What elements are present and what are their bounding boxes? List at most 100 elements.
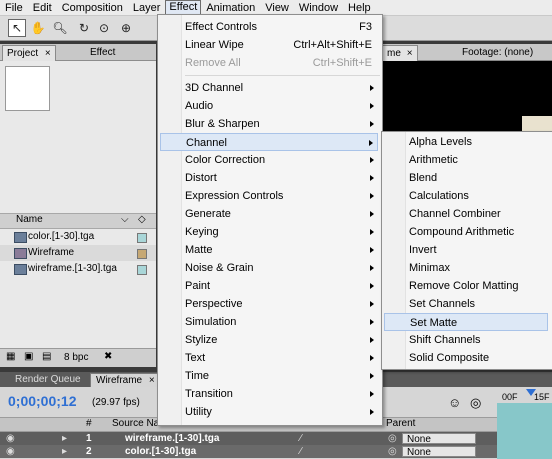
- menu-view[interactable]: View: [260, 1, 294, 15]
- menu-item-arithmetic[interactable]: Arithmetic: [384, 151, 548, 169]
- tab-project[interactable]: Project ×: [2, 45, 56, 61]
- expand-arrow-icon[interactable]: ▸: [62, 445, 67, 458]
- menu-help[interactable]: Help: [343, 1, 376, 15]
- list-item[interactable]: wireframe.[1-30].tga: [0, 261, 156, 277]
- layer-name[interactable]: wireframe.[1-30].tga: [125, 432, 219, 445]
- pick-whip-icon[interactable]: ◎: [388, 432, 397, 445]
- menu-item-distort[interactable]: Distort: [160, 169, 378, 187]
- menu-item-channel[interactable]: Channel: [160, 133, 378, 151]
- menu-animation[interactable]: Animation: [201, 1, 260, 15]
- pen-icon[interactable]: ∕: [300, 445, 302, 458]
- column-parent-label[interactable]: Parent: [386, 418, 415, 429]
- parent-select[interactable]: None: [402, 446, 476, 458]
- menu-item-solid-composite[interactable]: Solid Composite: [384, 349, 548, 367]
- menu-item-label: Remove All: [185, 57, 241, 69]
- menu-item-keying[interactable]: Keying: [160, 223, 378, 241]
- eye-icon[interactable]: ◉: [6, 432, 15, 445]
- menu-item-alpha-levels[interactable]: Alpha Levels: [384, 133, 548, 151]
- menu-item-simulation[interactable]: Simulation: [160, 313, 378, 331]
- project-column-header: Name ⌵ ◇: [0, 213, 156, 229]
- new-composition-icon[interactable]: ▤: [42, 351, 51, 362]
- column-hash-label: #: [86, 418, 92, 429]
- rotate-tool-icon[interactable]: ↻: [76, 20, 92, 36]
- label-swatch[interactable]: [137, 265, 147, 275]
- motion-blur-icon[interactable]: ◎: [470, 395, 481, 411]
- menu-item-label: Effect Controls: [185, 21, 257, 33]
- menu-effect[interactable]: Effect: [165, 0, 202, 15]
- submenu-arrow-icon: [370, 103, 374, 109]
- menu-item-blend[interactable]: Blend: [384, 169, 548, 187]
- close-icon[interactable]: ×: [407, 48, 413, 59]
- pen-icon[interactable]: ∕: [300, 432, 302, 445]
- tab-wireframe[interactable]: Wireframe ×: [90, 373, 161, 388]
- menu-item-linear-wipe[interactable]: Linear Wipe Ctrl+Alt+Shift+E: [160, 36, 378, 54]
- pan-behind-tool-icon[interactable]: ⊕: [118, 20, 134, 36]
- table-row[interactable]: ◉ ▸ 1 wireframe.[1-30].tga ∕ ◎ None: [0, 432, 552, 445]
- trash-icon[interactable]: ✖: [104, 351, 112, 362]
- menu-item-shift-channels[interactable]: Shift Channels: [384, 331, 548, 349]
- interpret-footage-icon[interactable]: ▦: [6, 351, 15, 362]
- label-swatch[interactable]: [137, 233, 147, 243]
- menu-item-matte[interactable]: Matte: [160, 241, 378, 259]
- zoom-tool-icon[interactable]: 🔍︎: [52, 20, 68, 36]
- label-swatch[interactable]: [137, 249, 147, 259]
- menu-item-transition[interactable]: Transition: [160, 385, 378, 403]
- menu-item-3d-channel[interactable]: 3D Channel: [160, 79, 378, 97]
- menu-item-paint[interactable]: Paint: [160, 277, 378, 295]
- chevron-down-icon[interactable]: ⌵: [121, 214, 129, 225]
- hand-tool-icon[interactable]: ✋: [30, 20, 46, 36]
- current-time-display[interactable]: 0;00;00;12: [8, 393, 77, 409]
- expand-arrow-icon[interactable]: ▸: [62, 432, 67, 445]
- playhead-icon[interactable]: [526, 389, 536, 396]
- parent-select[interactable]: None: [402, 433, 476, 445]
- menu-item-color-correction[interactable]: Color Correction: [160, 151, 378, 169]
- tab-footage[interactable]: Footage: (none): [458, 45, 537, 60]
- label-tag-icon[interactable]: ◇: [138, 214, 146, 225]
- menu-item-set-matte[interactable]: Set Matte: [384, 313, 548, 331]
- menu-item-time[interactable]: Time: [160, 367, 378, 385]
- menu-item-text[interactable]: Text: [160, 349, 378, 367]
- menu-composition[interactable]: Composition: [57, 1, 128, 15]
- tab-composition[interactable]: me ×: [382, 45, 418, 61]
- menu-item-compound-arithmetic[interactable]: Compound Arithmetic: [384, 223, 548, 241]
- selection-tool-icon[interactable]: ↖: [8, 19, 26, 37]
- close-icon[interactable]: ×: [149, 375, 155, 386]
- menu-item-generate[interactable]: Generate: [160, 205, 378, 223]
- menu-item-minimax[interactable]: Minimax: [384, 259, 548, 277]
- menu-item-stylize[interactable]: Stylize: [160, 331, 378, 349]
- layer-track-bars[interactable]: [497, 403, 552, 459]
- menu-item-channel-combiner[interactable]: Channel Combiner: [384, 205, 548, 223]
- bpc-toggle[interactable]: 8 bpc: [64, 352, 88, 363]
- menu-item-remove-color-matting[interactable]: Remove Color Matting: [384, 277, 548, 295]
- menu-item-utility[interactable]: Utility: [160, 403, 378, 421]
- eye-icon[interactable]: ◉: [6, 445, 15, 458]
- menu-file[interactable]: File: [0, 1, 28, 15]
- tab-render-queue[interactable]: Render Queue: [10, 373, 86, 387]
- tab-composition-label: me: [387, 48, 401, 59]
- menu-item-set-channels[interactable]: Set Channels: [384, 295, 548, 313]
- composition-viewer[interactable]: [360, 61, 552, 135]
- menu-item-audio[interactable]: Audio: [160, 97, 378, 115]
- menu-layer[interactable]: Layer: [128, 1, 166, 15]
- menu-item-noise-and-grain[interactable]: Noise & Grain: [160, 259, 378, 277]
- menu-item-calculations[interactable]: Calculations: [384, 187, 548, 205]
- camera-orbit-tool-icon[interactable]: ⊙: [96, 20, 112, 36]
- pick-whip-icon[interactable]: ◎: [388, 445, 397, 458]
- menu-item-invert[interactable]: Invert: [384, 241, 548, 259]
- menu-item-expression-controls[interactable]: Expression Controls: [160, 187, 378, 205]
- menu-window[interactable]: Window: [294, 1, 343, 15]
- new-folder-icon[interactable]: ▣: [24, 351, 33, 362]
- layer-name[interactable]: color.[1-30].tga: [125, 445, 196, 458]
- menu-item-perspective[interactable]: Perspective: [160, 295, 378, 313]
- brainstorm-icon[interactable]: ☺: [448, 395, 461, 410]
- tab-wireframe-label: Wireframe: [96, 375, 143, 386]
- menu-item-effect-controls[interactable]: Effect Controls F3: [160, 18, 378, 36]
- table-row[interactable]: ◉ ▸ 2 color.[1-30].tga ∕ ◎ None: [0, 445, 552, 458]
- menu-item-blur-and-sharpen[interactable]: Blur & Sharpen: [160, 115, 378, 133]
- list-item[interactable]: Wireframe: [0, 245, 156, 261]
- close-icon[interactable]: ×: [45, 48, 51, 59]
- column-name-label[interactable]: Name: [16, 214, 43, 225]
- menu-edit[interactable]: Edit: [28, 1, 57, 15]
- list-item[interactable]: color.[1-30].tga: [0, 229, 156, 245]
- tab-effect-controls[interactable]: Effect Controls:: [86, 45, 156, 73]
